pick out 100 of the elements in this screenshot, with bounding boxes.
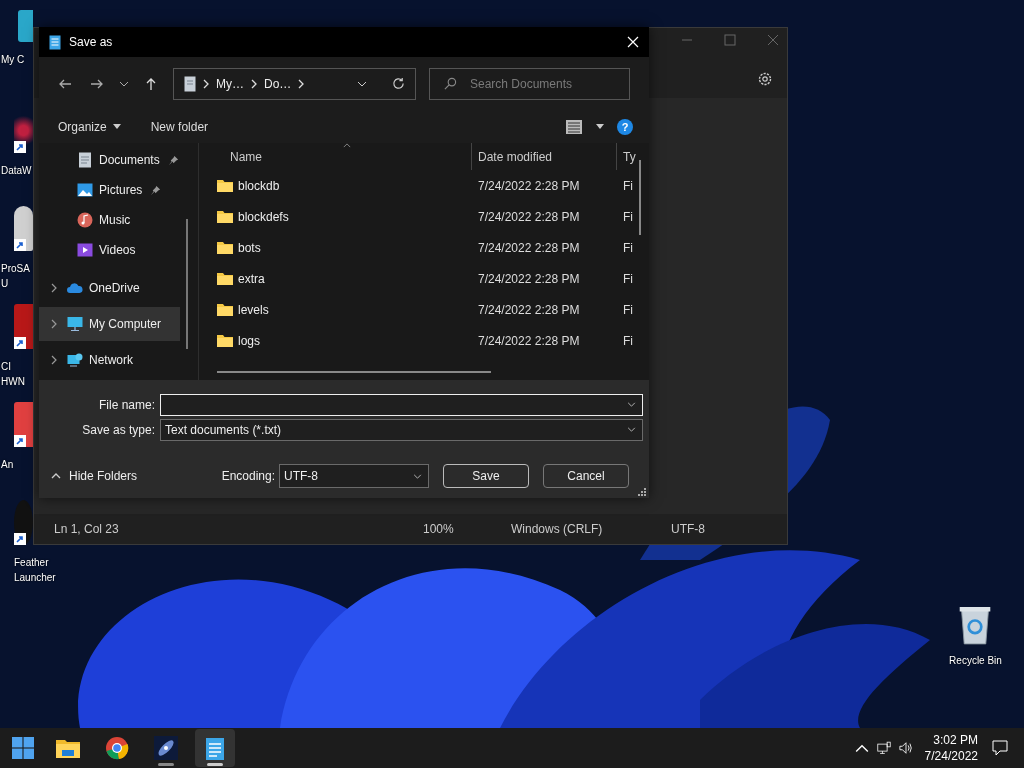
file-name-cell[interactable]: logs xyxy=(238,333,260,348)
save-type-label: Save as type: xyxy=(81,422,156,437)
clock-time: 3:02 PM xyxy=(933,732,978,748)
notification-icon[interactable] xyxy=(992,740,1008,756)
type-cell-text: Fi xyxy=(622,302,633,317)
video-icon xyxy=(77,242,93,258)
date-cell-text: 7/24/2022 2:28 PM xyxy=(477,333,581,348)
pin-icon xyxy=(150,184,162,196)
type-cell-text: Fi xyxy=(622,333,633,348)
scrollbar[interactable] xyxy=(186,219,188,349)
type-cell-text: Fi xyxy=(622,178,633,193)
scrollbar[interactable] xyxy=(639,160,641,235)
taskbar-app[interactable] xyxy=(195,729,235,767)
galaxy-icon xyxy=(154,736,178,760)
desktop-icon-label: Launcher xyxy=(13,571,56,585)
hide-folders-button[interactable]: Hide Folders xyxy=(39,469,138,483)
picture-icon xyxy=(77,182,93,198)
document-icon xyxy=(77,152,93,168)
list-view-icon[interactable] xyxy=(566,119,582,134)
file-name-cell[interactable]: bots xyxy=(238,240,261,255)
new-folder-button[interactable]: New folder xyxy=(141,115,218,138)
file-name-field[interactable] xyxy=(160,393,643,416)
desktop-icon-label: HWN xyxy=(0,375,25,389)
nav-item[interactable]: OneDrive xyxy=(39,271,180,305)
folder-icon xyxy=(217,303,233,316)
expand-chevron-icon[interactable] xyxy=(51,283,57,293)
address-bar[interactable]: My… Do… xyxy=(173,67,416,100)
save-type-dropdown[interactable]: Text documents (*.txt) xyxy=(160,418,643,441)
notepad-icon xyxy=(203,736,227,760)
monitor-icon xyxy=(67,316,83,332)
file-name-label: File name: xyxy=(97,397,156,412)
nav-item[interactable]: Videos xyxy=(39,235,180,265)
breadcrumb-item[interactable]: Do… xyxy=(264,76,292,91)
start-icon[interactable] xyxy=(12,737,34,759)
settings-icon[interactable] xyxy=(757,71,773,87)
dropdown-arrow-icon[interactable] xyxy=(596,124,604,129)
date-cell-text: 7/24/2022 2:28 PM xyxy=(477,209,581,224)
desktop-icon-label: DataW xyxy=(0,164,32,178)
clock-date: 7/24/2022 xyxy=(924,748,978,764)
chevron-right-icon xyxy=(298,78,305,89)
nav-item[interactable]: Network xyxy=(39,343,180,377)
file-name-cell[interactable]: blockdefs xyxy=(238,209,289,224)
column-header[interactable]: Date modified xyxy=(471,143,616,170)
folder-icon xyxy=(217,210,233,223)
desktop-icon-label: U xyxy=(0,277,9,291)
app-shortcut-icon[interactable] xyxy=(14,206,33,251)
clock[interactable]: 3:02 PM 7/24/2022 xyxy=(924,732,978,764)
date-cell-text: 7/24/2022 2:28 PM xyxy=(477,240,581,255)
file-name-cell[interactable]: blockdb xyxy=(238,178,280,193)
search-field[interactable]: Search Documents xyxy=(429,67,630,100)
date-cell-text: 7/24/2022 2:28 PM xyxy=(477,302,581,317)
up-arrow-icon[interactable] xyxy=(144,76,158,91)
column-header[interactable]: Ty xyxy=(616,143,636,170)
desktop-icon-label: Feather xyxy=(13,556,49,570)
network-icon xyxy=(67,352,83,368)
network-icon[interactable] xyxy=(876,741,891,755)
cursor-position: Ln 1, Col 23 xyxy=(54,522,119,536)
folder-icon xyxy=(217,334,233,347)
type-cell-text: Fi xyxy=(622,209,633,224)
encoding-label: Encoding: xyxy=(221,469,275,483)
nav-item[interactable]: Documents xyxy=(39,145,180,175)
folder-icon xyxy=(217,272,233,285)
column-header[interactable]: Name xyxy=(199,143,471,170)
file-name-cell[interactable]: extra xyxy=(238,271,265,286)
search-input[interactable]: Search Documents xyxy=(468,75,619,92)
type-cell-text: Fi xyxy=(622,240,633,255)
app-shortcut-icon[interactable] xyxy=(14,500,33,545)
save-button[interactable]: Save xyxy=(443,464,529,488)
zoom-level: 100% xyxy=(423,522,454,536)
document-icon xyxy=(184,75,196,92)
date-cell-text: 7/24/2022 2:28 PM xyxy=(477,271,581,286)
chevron-down-icon[interactable] xyxy=(357,80,367,87)
sort-caret-icon xyxy=(343,143,351,148)
music-icon xyxy=(77,212,93,228)
chevron-up-icon xyxy=(51,473,61,479)
app-shortcut-icon[interactable] xyxy=(14,304,33,349)
chevron-right-icon xyxy=(251,78,257,89)
organize-menu[interactable]: Organize xyxy=(49,115,130,138)
file-name-cell[interactable]: levels xyxy=(238,302,269,317)
desktop-icon-label: My C xyxy=(0,53,25,67)
chevron-down-icon[interactable] xyxy=(119,80,129,87)
browser-logo-icon xyxy=(105,736,129,760)
type-cell-text: Fi xyxy=(622,271,633,286)
chevron-right-icon xyxy=(203,78,209,89)
resize-grip-icon[interactable] xyxy=(638,488,646,496)
nav-item[interactable]: Music xyxy=(39,205,180,235)
help-button[interactable]: ? xyxy=(617,118,633,135)
encoding-dropdown[interactable]: UTF-8 xyxy=(279,464,429,488)
nav-item[interactable]: My Computer xyxy=(39,307,180,341)
breadcrumb-item[interactable]: My… xyxy=(216,76,244,91)
volume-icon[interactable] xyxy=(898,741,913,755)
cloud-icon xyxy=(67,280,83,296)
cancel-button[interactable]: Cancel xyxy=(543,464,629,488)
expand-chevron-icon[interactable] xyxy=(51,355,57,365)
nav-item[interactable]: Pictures xyxy=(39,175,180,205)
refresh-icon[interactable] xyxy=(392,77,405,90)
line-ending: Windows (CRLF) xyxy=(511,522,603,536)
caret-icon xyxy=(112,124,121,129)
scrollbar[interactable] xyxy=(217,371,491,373)
expand-chevron-icon[interactable] xyxy=(51,319,57,329)
